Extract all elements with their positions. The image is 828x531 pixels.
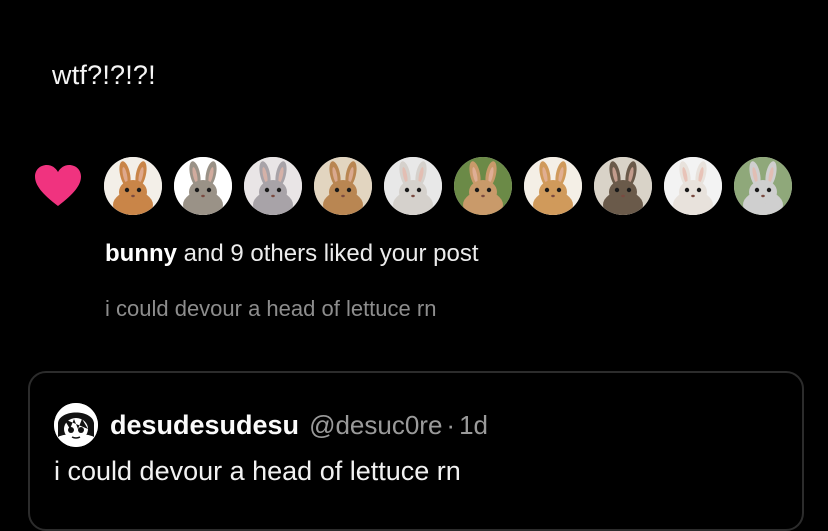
liker-name[interactable]: bunny bbox=[105, 240, 177, 267]
quoted-post-card[interactable]: desudesudesu @desuc0re · 1d i could devo… bbox=[28, 371, 804, 531]
like-summary[interactable]: bunny and 9 others liked your post bbox=[105, 240, 479, 268]
bunny-avatar-9[interactable] bbox=[664, 157, 722, 215]
quoted-post-text: i could devour a head of lettuce rn bbox=[54, 456, 461, 486]
bunny-avatar-8[interactable] bbox=[594, 157, 652, 215]
quoted-author-name[interactable]: desudesudesu bbox=[110, 410, 299, 441]
quoted-post-time: 1d bbox=[459, 409, 489, 440]
post-text: wtf?!?!?! bbox=[52, 60, 156, 90]
anime-character-avatar[interactable] bbox=[54, 403, 98, 447]
bunny-avatar-6[interactable] bbox=[454, 157, 512, 215]
bunny-avatar-10[interactable] bbox=[734, 157, 792, 215]
liker-avatars bbox=[104, 157, 792, 215]
liked-post-preview[interactable]: i could devour a head of lettuce rn bbox=[105, 296, 436, 322]
bunny-avatar-5[interactable] bbox=[384, 157, 442, 215]
bunny-avatar-1[interactable] bbox=[104, 157, 162, 215]
bunny-avatar-3[interactable] bbox=[244, 157, 302, 215]
meta-separator: · bbox=[446, 409, 456, 440]
quoted-post-header: desudesudesu @desuc0re · 1d bbox=[54, 403, 488, 447]
bunny-avatar-2[interactable] bbox=[174, 157, 232, 215]
bunny-avatar-4[interactable] bbox=[314, 157, 372, 215]
like-notification[interactable] bbox=[34, 155, 792, 217]
bunny-avatar-7[interactable] bbox=[524, 157, 582, 215]
liked-suffix: and 9 others liked your post bbox=[177, 240, 479, 267]
heart-icon bbox=[35, 165, 81, 206]
quoted-author-handle[interactable]: @desuc0re bbox=[309, 410, 442, 441]
